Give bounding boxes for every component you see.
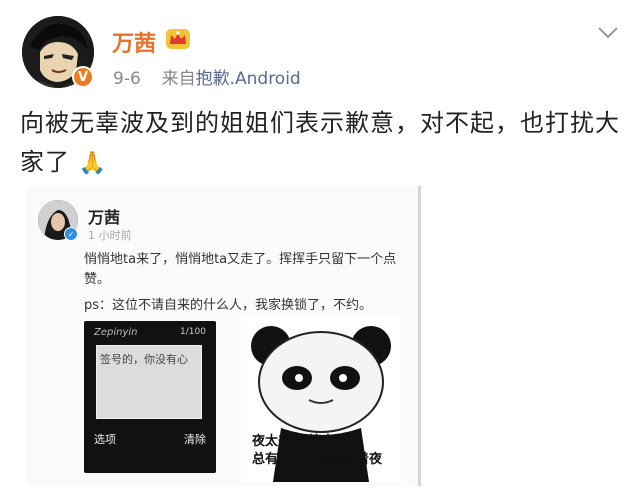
embedded-text: 悄悄地ta来了，悄悄地ta又走了。挥挥手只留下一个点赞。 <box>84 252 397 287</box>
post-text: 向被无辜波及到的姐姐们表示歉意，对不起，也打扰大家了 🙏 <box>20 104 620 183</box>
phone-right-softkey: 清除 <box>184 433 206 446</box>
embedded-screenshot: ✓ 万茜 1 小时前 悄悄地ta来了，悄悄地ta又走了。挥挥手只留下一个点赞。 … <box>26 186 421 486</box>
post-date: 9-6 <box>113 69 141 89</box>
verified-badge: V <box>72 66 94 88</box>
source-link[interactable]: 抱歉.Android <box>196 69 301 89</box>
embedded-verified-icon: ✓ <box>64 227 78 241</box>
source-prefix: 来自 <box>161 69 196 89</box>
meme-caption-1: 夜太美 尽管太危险 <box>252 434 361 449</box>
chevron-down-icon[interactable] <box>597 26 619 40</box>
post-meta: 9-6 来自抱歉.Android <box>113 64 301 89</box>
phone-left-softkey: 选项 <box>94 433 116 446</box>
embedded-username: 万茜 <box>88 208 121 227</box>
phone-photo: Zepinyin 1/100 签号的，你没有心 选项 清除 <box>84 321 216 473</box>
phone-indicator: 1/100 <box>180 327 206 337</box>
phone-message: 签号的，你没有心 <box>100 353 188 366</box>
meme-caption-2: 总有人黑着眼眶熬着夜 <box>252 452 383 467</box>
crown-icon <box>166 29 190 49</box>
phone-brand: Zepinyin <box>94 327 138 338</box>
praying-hands-icon: 🙏 <box>78 150 108 176</box>
embedded-time: 1 小时前 <box>88 229 132 242</box>
embedded-ps: ps：这位不请自来的什么人，我家换锁了，不约。 <box>84 298 373 313</box>
post-body: 向被无辜波及到的姐姐们表示歉意，对不起，也打扰大家了 <box>20 109 620 176</box>
post-username[interactable]: 万茜 <box>112 26 156 58</box>
